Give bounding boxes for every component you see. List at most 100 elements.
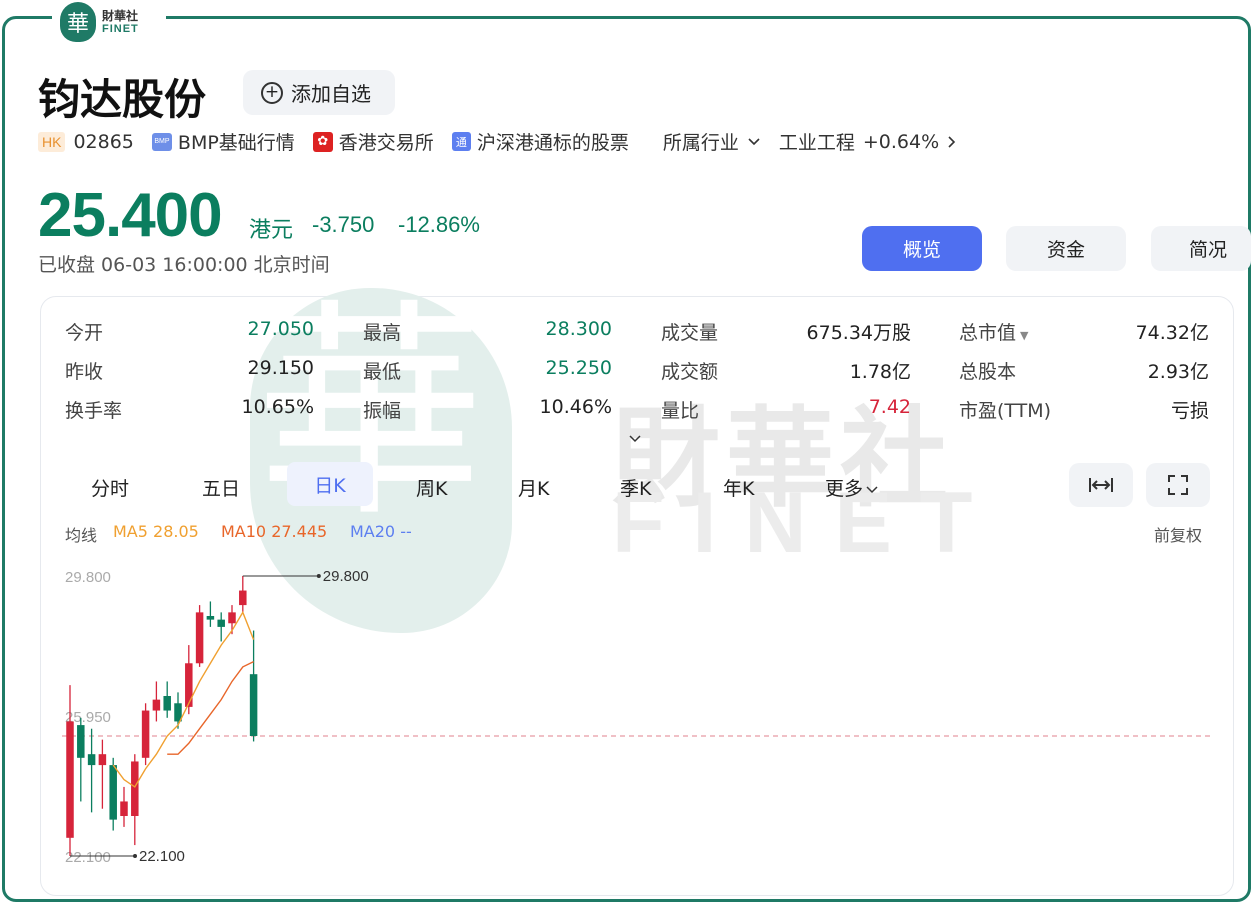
y-axis-label: 29.800 <box>65 569 111 586</box>
volume-value: 675.34万股 <box>806 322 911 344</box>
min-marker-dot <box>133 854 137 858</box>
market-status: 已收盘 06-03 16:00:00 北京时间 <box>38 254 330 276</box>
bmp-label: BMP基础行情 <box>177 132 295 154</box>
fit-width-button[interactable] <box>1069 463 1133 507</box>
add-watchlist-label: 添加自选 <box>291 82 371 106</box>
ma10-legend[interactable]: MA10 27.445 <box>221 522 327 541</box>
candle-body <box>131 761 139 816</box>
chevron-down-icon <box>748 137 760 145</box>
connect-tag[interactable]: 通 沪深港通标的股票 <box>451 128 629 155</box>
high-label: 最高 <box>363 322 402 344</box>
tab-overview[interactable]: 概览 <box>862 226 982 271</box>
hkex-flower-icon: ✿ <box>312 131 333 152</box>
stock-tags: HK 02865 BMP BMP基础行情 ✿ 香港交易所 通 沪深港通标的股票 … <box>38 128 975 155</box>
turnover-value: 10.65% <box>241 396 314 418</box>
candle-body <box>239 590 247 606</box>
volume-label: 成交量 <box>661 322 719 344</box>
candle-body <box>228 612 236 624</box>
chevron-right-icon <box>948 135 956 148</box>
market-cap-value: 74.32亿 <box>1135 322 1209 344</box>
kline-chart[interactable]: 29.80025.95022.10029.80022.100 <box>40 550 1220 880</box>
candle-body <box>120 801 128 816</box>
period-more-label: 更多 <box>825 478 864 500</box>
brand-seal-icon: 華 <box>60 2 96 42</box>
industry-dropdown[interactable]: 所属行业 <box>663 128 761 155</box>
amount-label: 成交额 <box>661 361 719 383</box>
candle-body <box>66 721 74 838</box>
connect-label: 沪深港通标的股票 <box>476 132 629 154</box>
chevron-down-icon <box>866 486 878 494</box>
candle-body <box>249 674 258 736</box>
period-daily-k[interactable]: 日K <box>287 462 373 506</box>
low-label: 最低 <box>363 361 402 383</box>
high-value: 28.300 <box>545 318 612 340</box>
amount-value: 1.78亿 <box>849 361 911 383</box>
candle-body <box>185 663 193 707</box>
market-cap-label[interactable]: 总市值 ▼ <box>959 318 1028 345</box>
market-badge: HK <box>38 131 66 152</box>
candle-body <box>87 754 96 766</box>
ma20-legend[interactable]: MA20 -- <box>350 522 412 541</box>
price-adjust-toggle[interactable]: 前复权 <box>1154 522 1202 546</box>
industry-link[interactable]: 工业工程 +0.64% <box>779 128 957 155</box>
market-cap-label-text: 总市值 <box>959 322 1017 344</box>
candle-body <box>163 696 171 711</box>
max-marker-dot <box>316 574 321 578</box>
candle-body <box>141 710 150 758</box>
low-value: 25.250 <box>545 357 612 379</box>
turnover-label: 换手率 <box>65 400 123 422</box>
period-quarterly-k[interactable]: 季K <box>620 474 651 501</box>
pe-value: 亏损 <box>1170 400 1209 422</box>
candle-body <box>217 619 225 627</box>
bmp-tag[interactable]: BMP BMP基础行情 <box>151 128 295 155</box>
total-shares-label: 总股本 <box>959 361 1017 383</box>
connect-icon: 通 <box>451 132 471 151</box>
exchange-label: 香港交易所 <box>338 132 434 154</box>
price-change: -3.750 <box>312 212 375 237</box>
price-change-pct: -12.86% <box>398 212 480 237</box>
industry-name: 工业工程 <box>778 132 855 154</box>
plus-circle-icon: + <box>261 81 283 104</box>
period-yearly-k[interactable]: 年K <box>723 474 754 501</box>
brand-logo: 華 財華社 FINET <box>52 0 166 44</box>
max-marker-label: 29.800 <box>323 568 369 585</box>
industry-menu-label: 所属行业 <box>662 132 739 154</box>
brand-name-en: FINET <box>102 22 139 35</box>
candle-body <box>109 765 117 820</box>
open-label: 今开 <box>65 322 104 344</box>
ma5-legend[interactable]: MA5 28.05 <box>113 522 199 541</box>
brand-name-cn: 財華社 <box>102 8 139 23</box>
bmp-icon: BMP <box>151 132 172 151</box>
add-watchlist-button[interactable]: + 添加自选 <box>243 70 395 115</box>
open-value: 27.050 <box>247 318 314 340</box>
y-axis-label: 22.100 <box>65 849 111 866</box>
stock-code: 02865 <box>73 130 134 153</box>
volume-ratio-label: 量比 <box>661 400 700 422</box>
min-marker-label: 22.100 <box>139 848 185 865</box>
tab-funds[interactable]: 资金 <box>1006 226 1126 271</box>
candle-body <box>206 616 215 620</box>
amplitude-value: 10.46% <box>539 396 612 418</box>
candle-body <box>77 725 85 758</box>
fit-width-icon <box>1089 478 1113 492</box>
volume-ratio-value: 7.42 <box>868 396 911 418</box>
tab-profile[interactable]: 简况 <box>1151 226 1251 271</box>
prev-close-value: 29.150 <box>247 357 314 379</box>
period-more[interactable]: 更多 <box>825 474 879 501</box>
exchange-tag[interactable]: ✿ 香港交易所 <box>312 128 434 155</box>
pe-label: 市盈(TTM) <box>959 400 1052 422</box>
industry-change: +0.64% <box>862 130 940 153</box>
period-weekly-k[interactable]: 周K <box>416 474 447 501</box>
expand-stats-chevron-icon[interactable] <box>628 432 642 446</box>
total-shares-value: 2.93亿 <box>1147 361 1209 383</box>
period-monthly-k[interactable]: 月K <box>518 474 549 501</box>
fullscreen-button[interactable] <box>1146 463 1210 507</box>
prev-close-label: 昨收 <box>65 361 104 383</box>
stock-title: 钧达股份 <box>38 75 207 124</box>
period-intraday[interactable]: 分时 <box>91 474 129 501</box>
candle-body <box>98 754 107 766</box>
period-5day[interactable]: 五日 <box>202 474 240 501</box>
candle-body <box>195 612 204 664</box>
caret-down-icon: ▼ <box>1020 329 1029 342</box>
candle-body <box>152 699 161 711</box>
